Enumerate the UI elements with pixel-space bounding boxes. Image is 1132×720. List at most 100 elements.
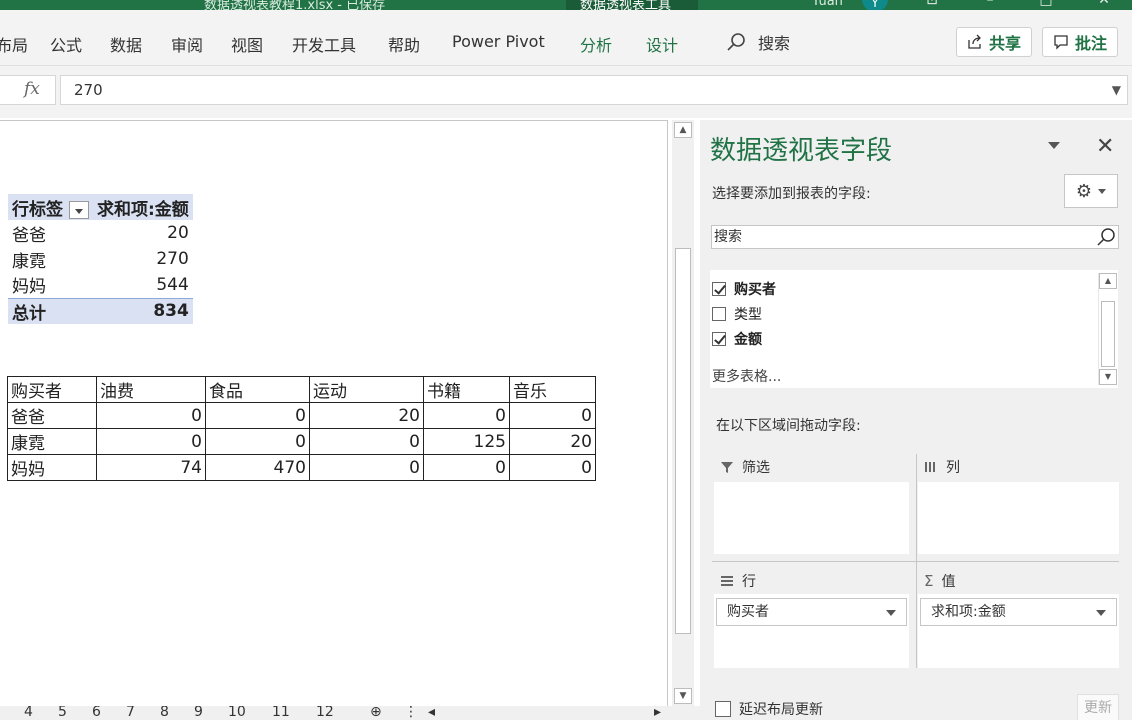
table-cell[interactable]: 0 (309, 454, 424, 481)
defer-layout-update[interactable]: 延迟布局更新 (715, 699, 823, 719)
field-item-buyer[interactable]: 购买者 (712, 278, 776, 300)
grand-total-label[interactable]: 总计 (8, 297, 93, 324)
row-field-dropdown[interactable]: 购买者 (716, 598, 907, 626)
table-cell[interactable]: 康霓 (7, 428, 97, 455)
field-checkbox[interactable] (712, 282, 726, 296)
close-window-icon[interactable]: ✕ (1094, 0, 1114, 8)
pane-menu-icon[interactable] (1048, 142, 1060, 149)
tab-power-pivot[interactable]: Power Pivot (452, 32, 545, 51)
tab-help[interactable]: 帮助 (388, 32, 420, 56)
sheet-tab[interactable]: 6 (92, 706, 101, 720)
hscroll-left-icon[interactable]: ◂ (428, 706, 435, 720)
sheet-tab[interactable]: 9 (194, 706, 203, 720)
pivot-row-value[interactable]: 20 (93, 220, 193, 246)
expand-formula-bar-icon[interactable]: ▼ (1112, 76, 1121, 104)
table-cell[interactable]: 470 (205, 454, 310, 481)
scroll-up-icon[interactable]: ▲ (1099, 273, 1117, 289)
table-cell[interactable]: 妈妈 (7, 454, 97, 481)
grand-total-value[interactable]: 834 (93, 297, 193, 324)
hscroll-right-icon[interactable]: ▸ (654, 706, 661, 720)
more-tables-link[interactable]: 更多表格... (712, 366, 781, 386)
add-sheet-icon[interactable]: ⊕ (370, 706, 382, 720)
table-cell[interactable]: 0 (423, 402, 510, 429)
rows-drop-area[interactable]: 购买者 (714, 594, 909, 668)
comments-button[interactable]: 批注 (1042, 27, 1119, 57)
vertical-scrollbar[interactable]: ▲ ▼ (672, 120, 694, 706)
formula-input[interactable]: 270 ▼ (60, 75, 1128, 105)
user-name[interactable]: Yuan (812, 0, 843, 9)
table-header-cell[interactable]: 油费 (96, 376, 206, 403)
tab-analyze[interactable]: 分析 (580, 32, 612, 56)
filters-drop-area[interactable] (714, 482, 909, 554)
tools-button[interactable]: ⚙ (1064, 174, 1118, 208)
tab-review[interactable]: 审阅 (171, 32, 203, 56)
pivot-row-value[interactable]: 544 (93, 272, 193, 298)
table-cell[interactable]: 20 (309, 402, 424, 429)
avatar[interactable]: Y (862, 0, 888, 10)
table-cell[interactable]: 0 (96, 402, 206, 429)
scroll-thumb[interactable] (1101, 301, 1115, 367)
maximize-icon[interactable]: □ (1036, 0, 1056, 8)
columns-drop-area[interactable] (918, 482, 1119, 554)
share-button[interactable]: 共享 (956, 27, 1033, 57)
table-cell[interactable]: 0 (205, 402, 310, 429)
pivot-row-label[interactable]: 妈妈 (8, 272, 93, 298)
sheet-tab[interactable]: 5 (58, 706, 67, 720)
field-list-scrollbar[interactable]: ▲ ▼ (1098, 273, 1117, 385)
value-field-dropdown[interactable]: 求和项:金额 (920, 598, 1117, 626)
tab-layout[interactable]: 布局 (0, 32, 28, 56)
sheet-tab[interactable]: 7 (126, 706, 135, 720)
table-header-cell[interactable]: 书籍 (423, 376, 510, 403)
field-checkbox[interactable] (712, 332, 726, 346)
table-cell[interactable]: 爸爸 (7, 402, 97, 429)
table-cell[interactable]: 0 (509, 402, 596, 429)
table-header-cell[interactable]: 音乐 (509, 376, 596, 403)
field-search-input[interactable]: 搜索 (711, 225, 1119, 249)
tab-formulas[interactable]: 公式 (50, 32, 82, 56)
sheet-tab[interactable]: 12 (316, 706, 334, 720)
search-icon[interactable] (1096, 227, 1116, 247)
row-labels-header[interactable]: 行标签 (8, 194, 93, 220)
insert-function-box[interactable]: fx (0, 75, 56, 105)
pivot-row-label[interactable]: 爸爸 (8, 220, 93, 246)
table-header-cell[interactable]: 购买者 (7, 376, 97, 403)
scroll-down-icon[interactable]: ▼ (1099, 369, 1117, 385)
pane-title: 数据透视表字段 (710, 136, 893, 166)
row-labels-filter-icon[interactable] (69, 200, 89, 219)
tab-developer[interactable]: 开发工具 (292, 32, 356, 56)
tab-view[interactable]: 视图 (231, 32, 263, 56)
values-drop-area[interactable]: 求和项:金额 (918, 594, 1119, 668)
tab-design[interactable]: 设计 (646, 32, 678, 56)
more-options-icon[interactable]: ⋮ (404, 706, 418, 720)
scroll-down-icon[interactable]: ▼ (674, 688, 692, 704)
field-checkbox[interactable] (712, 307, 726, 321)
table-cell[interactable]: 0 (423, 454, 510, 481)
pivot-row-value[interactable]: 270 (93, 246, 193, 272)
sheet-tab[interactable]: 10 (228, 706, 246, 720)
table-cell[interactable]: 0 (205, 428, 310, 455)
sheet-tab[interactable]: 8 (160, 706, 169, 720)
field-item-amount[interactable]: 金额 (712, 328, 762, 350)
table-cell[interactable]: 125 (423, 428, 510, 455)
table-cell[interactable]: 20 (509, 428, 596, 455)
table-cell[interactable]: 74 (96, 454, 206, 481)
sheet-tab[interactable]: 11 (272, 706, 290, 720)
table-cell[interactable]: 0 (509, 454, 596, 481)
scroll-up-icon[interactable]: ▲ (674, 122, 692, 138)
pivot-row-label[interactable]: 康霓 (8, 246, 93, 272)
table-cell[interactable]: 0 (96, 428, 206, 455)
update-button[interactable]: 更新 (1077, 694, 1119, 720)
ribbon-display-icon[interactable]: ⊡ (922, 0, 942, 8)
sheet-tab[interactable]: 4 (24, 706, 33, 720)
field-item-type[interactable]: 类型 (712, 303, 762, 325)
scroll-thumb[interactable] (675, 248, 691, 634)
table-cell[interactable]: 0 (309, 428, 424, 455)
tab-data[interactable]: 数据 (110, 32, 142, 56)
ribbon-search[interactable]: 搜索 (726, 30, 790, 54)
table-header-cell[interactable]: 食品 (205, 376, 310, 403)
minimize-icon[interactable]: – (980, 0, 1000, 8)
defer-checkbox[interactable] (715, 701, 731, 717)
sum-header[interactable]: 求和项:金额 (93, 194, 193, 220)
table-header-cell[interactable]: 运动 (309, 376, 424, 403)
close-pane-icon[interactable]: ✕ (1096, 134, 1114, 159)
